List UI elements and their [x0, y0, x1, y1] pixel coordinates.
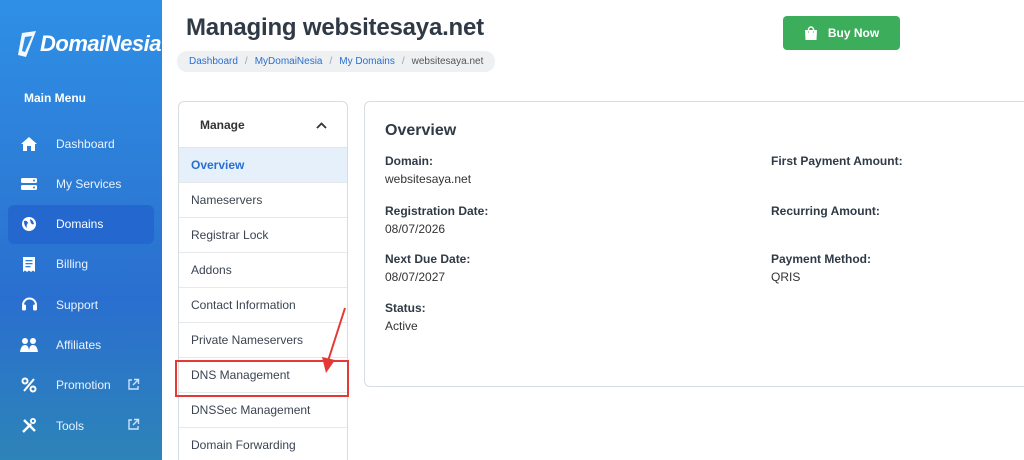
next-due-date-label: Next Due Date: — [385, 252, 471, 266]
headset-icon — [20, 296, 38, 314]
sidebar-item-label: Dashboard — [56, 136, 115, 151]
external-link-icon — [127, 418, 140, 431]
next-due-date-field: Next Due Date: 08/07/2027 — [385, 252, 470, 284]
external-link-icon — [127, 378, 140, 391]
registration-date-label: Registration Date: — [385, 204, 489, 218]
status-label: Status: — [385, 301, 426, 315]
manage-item-domain-forwarding[interactable]: Domain Forwarding — [179, 428, 347, 460]
sidebar-item-promotion[interactable]: Promotion — [8, 366, 154, 405]
sidebar-item-tools[interactable]: Tools — [8, 406, 154, 445]
brand-logo[interactable]: DomaiNesia — [16, 26, 161, 62]
billing-icon — [20, 255, 38, 273]
recurring-amount-field: Recurring Amount: — [771, 204, 880, 222]
sidebar-item-affiliates[interactable]: Affiliates — [8, 325, 154, 364]
home-icon — [20, 135, 38, 153]
sidebar-item-billing[interactable]: Billing — [8, 245, 154, 284]
sidebar-item-my-services[interactable]: My Services — [8, 164, 154, 203]
sidebar-item-domains[interactable]: Domains — [8, 204, 154, 244]
sidebar-item-label: Domains — [56, 217, 104, 232]
logo-mark-icon — [18, 31, 36, 57]
globe-icon — [20, 215, 38, 233]
page-title: Managing websitesaya.net — [186, 14, 484, 41]
breadcrumb-my-domains[interactable]: My Domains — [339, 56, 395, 67]
breadcrumb: Dashboard / MyDomaiNesia / My Domains / … — [177, 51, 496, 72]
logo-text: DomaiNesia — [40, 31, 161, 56]
registration-date-field: Registration Date: 08/07/2026 — [385, 204, 488, 236]
breadcrumb-current: websitesaya.net — [411, 56, 484, 67]
domain-value: websitesaya.net — [385, 172, 472, 186]
domain-field: Domain: websitesaya.net — [385, 154, 471, 186]
breadcrumb-separator: / — [329, 56, 333, 67]
manage-panel: Manage Overview Nameservers Registrar Lo… — [178, 101, 348, 460]
buy-now-label: Buy Now — [827, 26, 880, 40]
manage-header[interactable]: Manage — [179, 102, 347, 148]
sidebar: DomaiNesia Main Menu Dashboard My Servic… — [0, 0, 162, 460]
breadcrumb-mydomainesia[interactable]: MyDomaiNesia — [255, 56, 323, 67]
server-icon — [20, 175, 38, 193]
sidebar-item-support[interactable]: Support — [8, 285, 154, 324]
payment-method-value: QRIS — [771, 270, 801, 284]
main-menu: Dashboard My Services Domains Billing Su… — [8, 124, 154, 446]
manage-item-registrar-lock[interactable]: Registrar Lock — [179, 218, 347, 253]
annotation-arrow-icon — [322, 307, 346, 373]
buy-now-button[interactable]: Buy Now — [783, 16, 900, 50]
sidebar-item-label: Promotion — [56, 378, 111, 393]
main-menu-label: Main Menu — [24, 91, 86, 105]
manage-item-dnssec-management[interactable]: DNSSec Management — [179, 393, 347, 428]
status-field: Status: Active — [385, 301, 426, 333]
shopping-bag-icon — [804, 25, 818, 41]
breadcrumb-dashboard[interactable]: Dashboard — [189, 56, 238, 67]
first-payment-label: First Payment Amount: — [771, 154, 903, 168]
manage-item-nameservers[interactable]: Nameservers — [179, 183, 347, 218]
registration-date-value: 08/07/2026 — [385, 222, 446, 236]
sidebar-item-label: Support — [56, 297, 99, 312]
breadcrumb-separator: / — [401, 56, 405, 67]
breadcrumb-separator: / — [244, 56, 248, 67]
overview-card: Overview Domain: websitesaya.net Registr… — [364, 101, 1024, 387]
percent-icon — [20, 376, 38, 394]
manage-item-addons[interactable]: Addons — [179, 253, 347, 288]
affiliates-icon — [20, 336, 38, 354]
sidebar-item-dashboard[interactable]: Dashboard — [8, 124, 154, 163]
sidebar-item-label: Tools — [56, 418, 85, 433]
manage-item-overview[interactable]: Overview — [179, 148, 347, 183]
overview-title: Overview — [385, 122, 457, 139]
first-payment-field: First Payment Amount: — [771, 154, 903, 172]
manage-title: Manage — [200, 117, 245, 132]
domain-label: Domain: — [385, 154, 433, 168]
payment-method-label: Payment Method: — [771, 252, 872, 266]
sidebar-item-label: Affiliates — [56, 337, 102, 352]
payment-method-field: Payment Method: QRIS — [771, 252, 871, 284]
recurring-amount-label: Recurring Amount: — [771, 204, 880, 218]
next-due-date-value: 08/07/2027 — [385, 270, 446, 284]
tools-icon — [20, 417, 38, 435]
status-value: Active — [385, 319, 418, 333]
chevron-up-icon[interactable] — [316, 118, 327, 132]
sidebar-item-label: My Services — [56, 176, 122, 191]
sidebar-item-label: Billing — [56, 257, 89, 272]
